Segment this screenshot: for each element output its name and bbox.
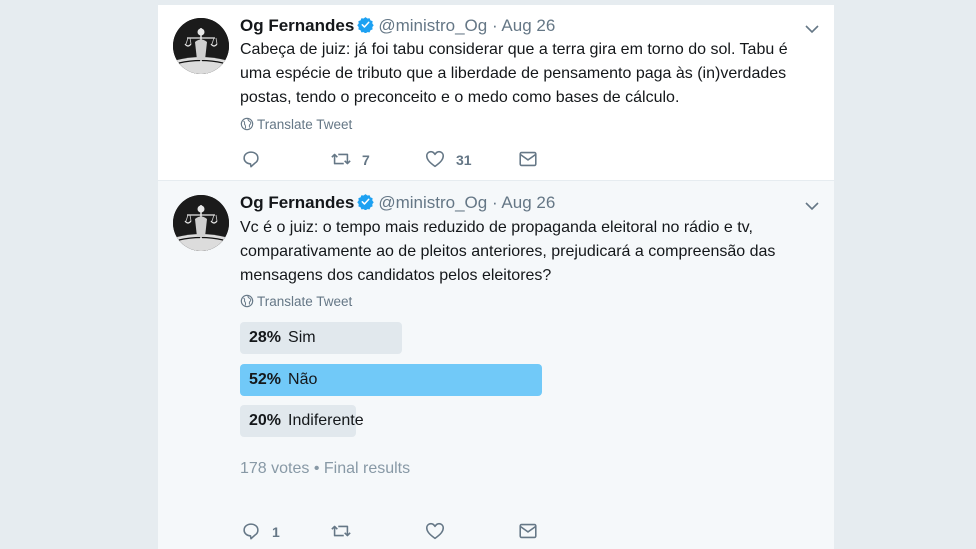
translate-label: Translate Tweet: [257, 117, 353, 132]
poll-option-percent: 52%: [249, 371, 282, 388]
tweet-text: Cabeça de juiz: já foi tabu considerar q…: [240, 41, 788, 106]
reply-button[interactable]: [240, 148, 272, 172]
translate-tweet-link[interactable]: Translate Tweet: [240, 116, 352, 134]
verified-badge-icon: [357, 193, 375, 211]
reply-button[interactable]: 1: [240, 520, 280, 544]
verified-badge-icon: [357, 16, 375, 34]
chevron-down-icon[interactable]: [804, 21, 820, 37]
tweet-actions: 1: [240, 520, 660, 544]
author-name[interactable]: Og Fernandes: [240, 16, 354, 35]
author-name[interactable]: Og Fernandes: [240, 193, 354, 212]
retweet-button[interactable]: [330, 520, 362, 544]
translate-label: Translate Tweet: [257, 294, 353, 309]
author-handle[interactable]: @ministro_Og: [378, 16, 487, 35]
retweet-icon: [330, 520, 352, 545]
tweet-date[interactable]: Aug 26: [501, 193, 555, 212]
tweet[interactable]: Og Fernandes @ministro_Og · Aug 26 Cabeça…: [158, 5, 834, 181]
direct-message-button[interactable]: [517, 148, 539, 172]
tweet-actions: 7 31: [240, 148, 660, 172]
retweet-icon: [330, 148, 352, 173]
globe-icon: [240, 294, 254, 308]
like-icon: [424, 520, 446, 545]
avatar[interactable]: [173, 195, 229, 251]
separator-dot: ·: [491, 193, 498, 212]
direct-message-button[interactable]: [517, 520, 539, 544]
like-button[interactable]: [424, 520, 456, 544]
reply-icon: [240, 520, 262, 545]
like-icon: [424, 148, 446, 173]
poll-summary: 178 votes • Final results: [240, 460, 411, 477]
tweet-date[interactable]: Aug 26: [501, 16, 555, 35]
reply-icon: [240, 148, 262, 173]
retweet-button[interactable]: 7: [330, 148, 370, 172]
poll-option-label: Não: [288, 371, 318, 388]
avatar[interactable]: [173, 18, 229, 74]
separator-dot: ·: [491, 16, 498, 35]
tweet-text: Vc é o juiz: o tempo mais reduzido de pr…: [240, 219, 776, 284]
tweet-header: Og Fernandes @ministro_Og · Aug 26: [240, 192, 555, 214]
chevron-down-icon[interactable]: [804, 198, 820, 214]
tweet-header: Og Fernandes @ministro_Og · Aug 26: [240, 15, 555, 37]
like-count: 31: [456, 152, 472, 168]
direct-message-icon: [517, 148, 539, 173]
translate-tweet-link[interactable]: Translate Tweet: [240, 293, 352, 311]
tweet[interactable]: Og Fernandes @ministro_Og · Aug 26 Vc é o…: [158, 181, 834, 549]
timeline: Og Fernandes @ministro_Og · Aug 26 Cabeça…: [158, 0, 834, 549]
direct-message-icon: [517, 520, 539, 545]
poll-option: 52% Não: [240, 364, 620, 396]
poll-option-percent: 28%: [249, 329, 282, 346]
reply-count: 1: [272, 524, 280, 540]
globe-icon: [240, 117, 254, 131]
like-button[interactable]: 31: [424, 148, 472, 172]
poll-option-label: Sim: [288, 329, 316, 346]
poll-option-percent: 20%: [249, 412, 282, 429]
poll-option-label: Indiferente: [288, 412, 364, 429]
author-handle[interactable]: @ministro_Og: [378, 193, 487, 212]
retweet-count: 7: [362, 152, 370, 168]
poll-option: 20% Indiferente: [240, 405, 620, 437]
poll-option: 28% Sim: [240, 322, 620, 354]
